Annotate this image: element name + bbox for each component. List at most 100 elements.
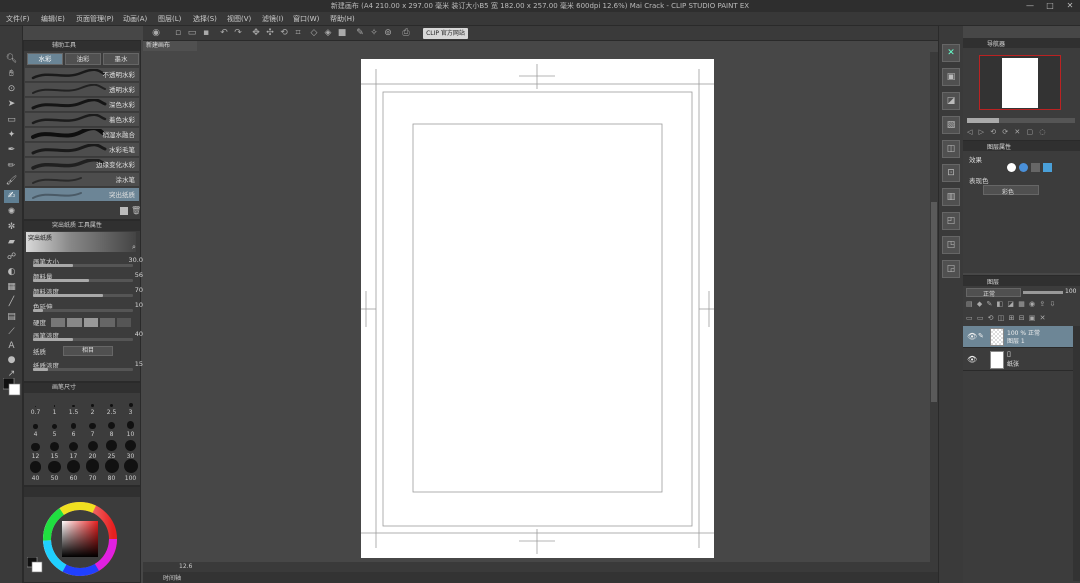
brush-size-option[interactable]: 40 [26, 461, 45, 482]
pen-tool-icon[interactable]: ✒ [4, 144, 19, 157]
object-select-icon[interactable]: ➤ [4, 98, 19, 111]
pen-icon[interactable]: ✎ [355, 28, 365, 38]
current-color-swatches[interactable] [27, 557, 43, 573]
brush-size-option[interactable]: 17 [64, 439, 83, 460]
brush-size-option[interactable]: 30 [121, 439, 140, 460]
menu-animation[interactable]: 动画(A) [123, 12, 147, 26]
brush-size-option[interactable]: 2 [83, 395, 102, 416]
brush-size-option[interactable]: 80 [102, 459, 121, 482]
navigator-controls[interactable]: ◁ ▷ ⟲ ⟳ ✕ ▢ ◌ [967, 128, 1075, 137]
page-icon[interactable]: ▥ [942, 188, 960, 206]
move-icon[interactable]: ✣ [265, 28, 275, 38]
redo-icon[interactable]: ↷ [233, 28, 243, 38]
prop-slider[interactable] [33, 294, 133, 297]
hardness-selector[interactable] [51, 318, 132, 327]
brush-icon[interactable]: 🖌︎ [4, 175, 19, 188]
ruler-icon[interactable]: ⟋ [4, 326, 19, 339]
brush-size-option[interactable]: 60 [64, 460, 83, 482]
prop-paint-density[interactable]: 颜料浓度 70 [33, 286, 159, 298]
brush-size-option[interactable]: 5 [45, 417, 64, 438]
tab-watercolor[interactable]: 水彩 [27, 53, 63, 65]
brush-size-option[interactable]: 12 [26, 439, 45, 460]
tool-icon[interactable]: ◰ [942, 212, 960, 230]
eyedropper-icon[interactable]: ⊙ [4, 83, 19, 96]
save-icon[interactable]: ▪ [201, 28, 211, 38]
watercolor-brush-icon[interactable]: ✍ [4, 190, 19, 203]
layer-row[interactable]: 👁︎ ▯ 纸张 [963, 349, 1073, 371]
layer-action-bar[interactable]: ▭ ▭ ⟲ ◫ ⊞ ⊟ ▣ ✕ [966, 314, 1076, 324]
brush-item[interactable]: 稍湿水融合 [25, 128, 139, 142]
transform-icon[interactable]: ✥ [251, 28, 261, 38]
maximize-button[interactable]: □ [1040, 0, 1060, 12]
tab-ink[interactable]: 墨水 [103, 53, 139, 65]
menu-view[interactable]: 视图(V) [227, 12, 251, 26]
menu-window[interactable]: 窗口(W) [293, 12, 319, 26]
decoration-icon[interactable]: ✼ [4, 221, 19, 234]
brush-item[interactable]: 边缘变化水彩 [25, 158, 139, 172]
brush-item[interactable]: 着色水彩 [25, 113, 139, 127]
prop-color-stretch[interactable]: 色延伸 10 [33, 301, 159, 313]
gradient-icon[interactable]: ▦ [4, 281, 19, 294]
tab-oil[interactable]: 油彩 [65, 53, 101, 65]
color-swatches[interactable] [3, 378, 21, 396]
menu-page[interactable]: 页面管理(P) [76, 12, 114, 26]
zoom-icon[interactable]: 🔍︎ [4, 53, 19, 66]
layer-row[interactable]: 👁︎ ✎ 100 % 正常 图层 1 [963, 326, 1073, 348]
brush-size-option[interactable]: 70 [83, 459, 102, 482]
minimize-button[interactable]: — [1020, 0, 1040, 12]
wand-icon[interactable]: ✧ [369, 28, 379, 38]
brush-item[interactable]: 水彩毛笔 [25, 143, 139, 157]
crop-icon[interactable]: ⌗ [293, 28, 303, 38]
marquee-icon[interactable]: ▭ [4, 114, 19, 127]
info-icon[interactable]: ◳ [942, 236, 960, 254]
blend-icon[interactable]: ☍ [4, 251, 19, 264]
prop-brush-size[interactable]: 画笔大小 30.0 [33, 256, 159, 268]
prop-slider[interactable] [33, 279, 133, 282]
prop-hardness[interactable]: 硬度 [33, 317, 159, 329]
text-icon[interactable]: A [4, 340, 19, 353]
lasso-icon[interactable]: ⊚ [383, 28, 393, 38]
brush-size-option[interactable]: 0.7 [26, 395, 45, 416]
hand-icon[interactable]: ✋︎ [4, 68, 19, 81]
sub-view-icon[interactable]: ◪ [942, 92, 960, 110]
prop-paper[interactable]: 纸质 相目 [33, 346, 159, 358]
brush-size-option[interactable]: 100 [121, 459, 140, 482]
figure-icon[interactable]: ╱ [4, 296, 19, 309]
material-icon[interactable]: ▧ [942, 116, 960, 134]
clip-official-site-button[interactable]: CLIP 官方网站 [423, 28, 468, 39]
rotate-icon[interactable]: ⟲ [279, 28, 289, 38]
frame-icon[interactable]: ▤ [4, 311, 19, 324]
brush-item-selected[interactable]: 突出纸质 [25, 188, 139, 202]
brush-item[interactable]: 透明水彩 [25, 83, 139, 97]
stack-icon[interactable]: ◲ [942, 260, 960, 278]
navigator-preview[interactable] [979, 55, 1061, 110]
close-button[interactable]: ✕ [1060, 0, 1080, 12]
prop-brush-density[interactable]: 画笔浓度 40 [33, 330, 159, 342]
opacity-slider[interactable] [1023, 291, 1063, 294]
history-icon[interactable]: ◫ [942, 140, 960, 158]
brush-item[interactable]: 深色水彩 [25, 98, 139, 112]
brush-size-option[interactable]: 7 [83, 417, 102, 438]
brush-size-option[interactable]: 10 [121, 417, 140, 438]
auto-select-icon[interactable]: ✦ [4, 129, 19, 142]
prop-paper-density[interactable]: 纸质浓度 15 [33, 360, 159, 372]
prop-slider[interactable] [33, 309, 133, 312]
add-subtool-icon[interactable] [120, 207, 128, 215]
layer-search-icon[interactable]: ⊡ [942, 164, 960, 182]
brush-size-option[interactable]: 8 [102, 417, 121, 438]
menu-layer[interactable]: 图层(L) [158, 12, 181, 26]
open-icon[interactable]: ▭ [187, 28, 197, 38]
brush-size-option[interactable]: 3 [121, 395, 140, 416]
balloon-icon[interactable]: ● [4, 354, 19, 367]
stop-icon[interactable]: ■ [337, 28, 347, 38]
effect-buttons[interactable] [1007, 163, 1067, 172]
brush-size-option[interactable]: 2.5 [102, 395, 121, 416]
eraser-icon[interactable]: ▰ [4, 236, 19, 249]
prop-slider[interactable] [33, 368, 133, 371]
search-icon[interactable]: ⌕ [132, 243, 136, 252]
timeline-tab[interactable]: 时间轴 [163, 573, 181, 582]
brush-size-option[interactable]: 6 [64, 417, 83, 438]
menu-file[interactable]: 文件(F) [6, 12, 30, 26]
expression-select[interactable]: 彩色 [983, 185, 1039, 196]
blend-mode-select[interactable]: 正常 [966, 288, 1021, 298]
